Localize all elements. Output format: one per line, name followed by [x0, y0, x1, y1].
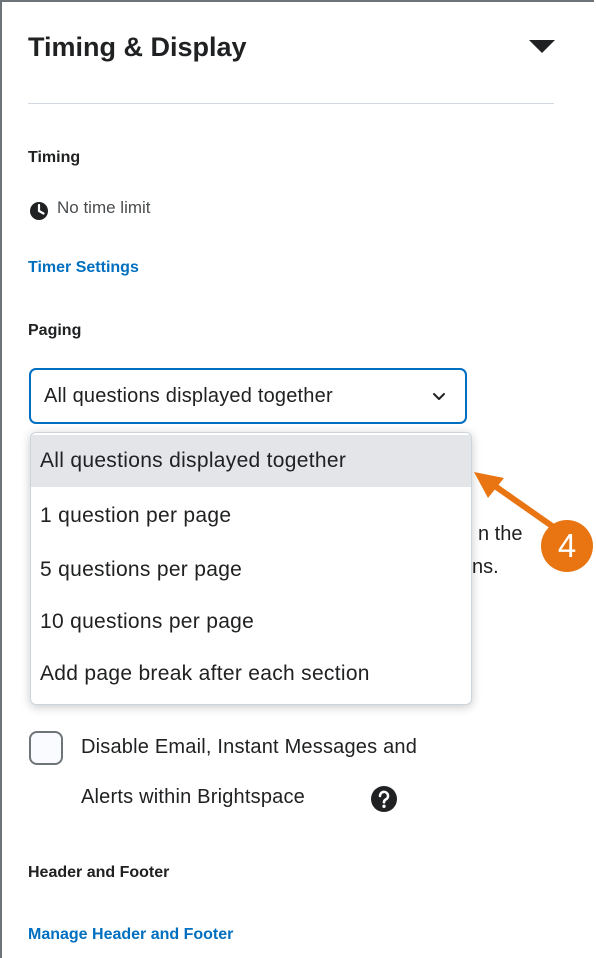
paging-select-value: All questions displayed together — [44, 385, 333, 407]
paging-description-fragment-2: ns. — [472, 556, 499, 578]
disable-notifications-checkbox[interactable] — [29, 731, 63, 765]
paging-heading: Paging — [28, 322, 82, 339]
checkbox-label-line-1: Disable Email, Instant Messages and — [81, 736, 418, 758]
checkbox-label-line-2: Alerts within Brightspace — [81, 786, 305, 808]
divider — [28, 103, 554, 104]
paging-option-5-per-page[interactable]: 5 questions per page — [31, 544, 471, 596]
paging-dropdown-menu: All questions displayed together 1 quest… — [30, 432, 472, 705]
header-footer-heading: Header and Footer — [28, 864, 170, 881]
paging-option-all-together[interactable]: All questions displayed together — [31, 435, 471, 487]
paging-select[interactable]: All questions displayed together — [29, 368, 467, 424]
chevron-down-icon — [433, 393, 445, 400]
timer-settings-link[interactable]: Timer Settings — [28, 259, 139, 277]
paging-option-1-per-page[interactable]: 1 question per page — [31, 490, 471, 542]
manage-header-footer-link[interactable]: Manage Header and Footer — [28, 926, 233, 944]
clock-icon — [30, 202, 48, 220]
timing-heading: Timing — [28, 149, 81, 166]
collapse-caret-icon[interactable] — [529, 40, 555, 53]
paging-option-page-break-section[interactable]: Add page break after each section — [31, 648, 471, 700]
help-icon[interactable] — [370, 785, 398, 813]
time-limit-value: No time limit — [57, 198, 151, 217]
section-title: Timing & Display — [28, 32, 247, 62]
timing-display-panel: Timing & Display Timing No time limit Ti… — [0, 0, 594, 958]
annotation-arrow-icon — [474, 472, 555, 529]
step-number-badge: 4 — [541, 520, 593, 572]
paging-option-10-per-page[interactable]: 10 questions per page — [31, 596, 471, 648]
